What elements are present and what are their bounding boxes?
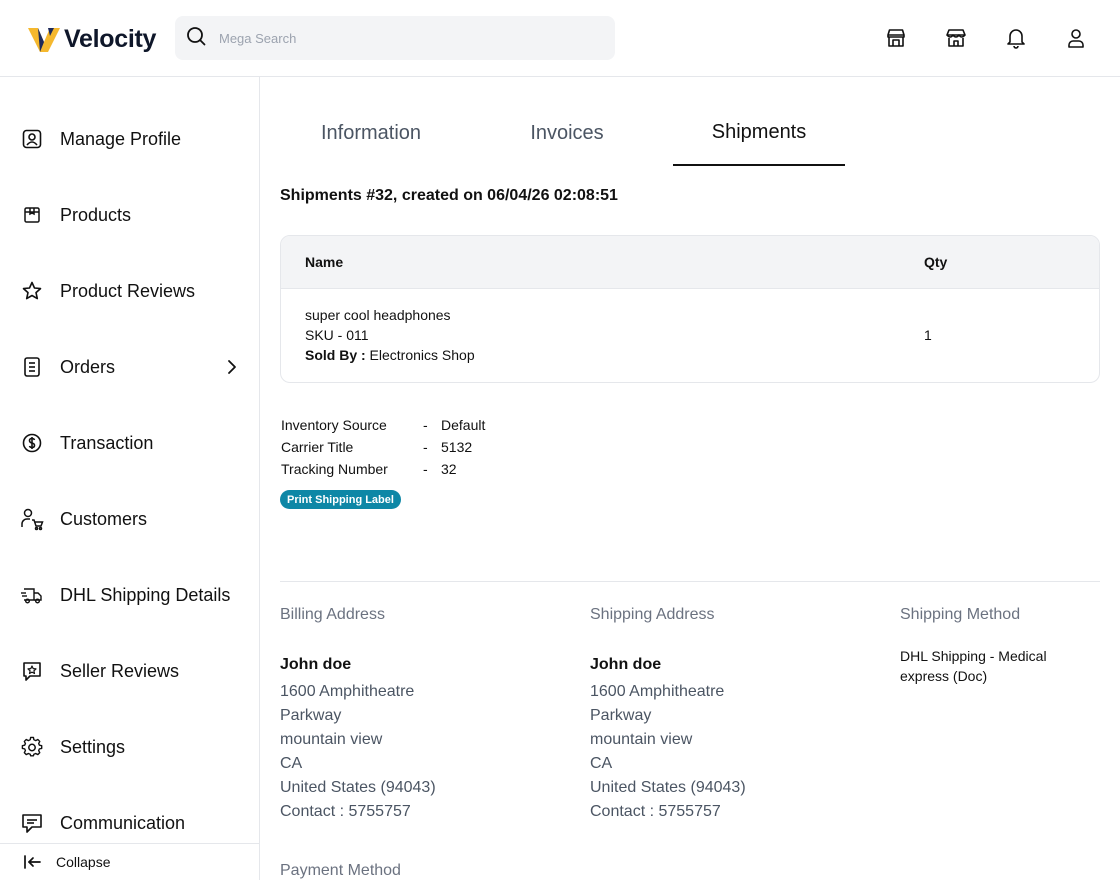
search-bar[interactable] xyxy=(175,16,615,60)
shipping-line: Parkway xyxy=(590,707,652,724)
shop-icon[interactable] xyxy=(944,26,968,50)
billing-heading: Billing Address xyxy=(280,606,385,623)
sidebar-item-manage-profile[interactable]: Manage Profile xyxy=(0,114,259,164)
sidebar: Manage Profile Products Product Reviews … xyxy=(0,77,260,880)
info-label: Tracking Number xyxy=(281,461,388,477)
document-icon xyxy=(20,355,44,379)
brand-logo[interactable]: Velocity xyxy=(28,22,156,57)
profile-icon xyxy=(20,127,44,151)
sidebar-item-label: Settings xyxy=(60,736,126,757)
shipment-items-table: Name Qty super cool headphones SKU - 011… xyxy=(280,235,1100,383)
item-sold-by: Sold By : Electronics Shop xyxy=(305,347,475,363)
print-shipping-label-button[interactable]: Print Shipping Label xyxy=(280,490,401,509)
shipping-method-value: DHL Shipping - Medical express (Doc) xyxy=(900,648,1047,684)
billing-line: mountain view xyxy=(280,731,383,748)
sidebar-item-label: DHL Shipping Details xyxy=(60,584,231,605)
sidebar-item-label: Communication xyxy=(60,812,186,833)
search-input[interactable] xyxy=(219,30,599,46)
item-sku: SKU - 011 xyxy=(305,327,369,343)
chat-icon xyxy=(20,811,44,835)
shipping-heading: Shipping Address xyxy=(590,606,715,623)
gear-icon xyxy=(20,735,44,759)
billing-line: 1600 Amphitheatre xyxy=(280,683,415,700)
shipping-contact: Contact : 5755757 xyxy=(590,803,721,820)
truck-icon xyxy=(20,583,44,607)
sidebar-item-customers[interactable]: Customers xyxy=(0,494,259,544)
sidebar-item-settings[interactable]: Settings xyxy=(0,722,259,772)
sidebar-item-label: Orders xyxy=(60,356,116,377)
info-label: Inventory Source xyxy=(281,417,387,433)
sidebar-item-orders[interactable]: Orders xyxy=(0,342,259,392)
top-header: Velocity xyxy=(0,0,1120,77)
user-icon[interactable] xyxy=(1064,26,1088,50)
shipping-line: 1600 Amphitheatre xyxy=(590,683,725,700)
sidebar-item-label: Product Reviews xyxy=(60,280,196,301)
column-header-name: Name xyxy=(305,254,344,270)
item-name: super cool headphones xyxy=(305,307,451,323)
dollar-icon xyxy=(20,431,44,455)
store-icon[interactable] xyxy=(884,26,908,50)
sidebar-item-product-reviews[interactable]: Product Reviews xyxy=(0,266,259,316)
sold-by-label: Sold By : xyxy=(305,347,366,363)
column-header-qty: Qty xyxy=(924,254,948,270)
info-separator: - xyxy=(423,439,428,455)
shipping-address: Shipping Address John doe 1600 Amphithea… xyxy=(590,606,880,824)
sidebar-item-dhl-shipping-details[interactable]: DHL Shipping Details xyxy=(0,570,259,620)
payment-method-heading: Payment Method xyxy=(280,862,401,879)
tab-invoices[interactable]: Invoices xyxy=(476,100,658,166)
shipping-method: Shipping Method DHL Shipping - Medical e… xyxy=(900,606,1100,686)
velocity-logo-icon xyxy=(28,22,60,57)
box-icon xyxy=(20,203,44,227)
chevron-right-icon xyxy=(222,357,242,377)
collapse-arrow-icon xyxy=(22,853,42,876)
customer-cart-icon xyxy=(20,507,44,531)
collapse-label: Collapse xyxy=(56,854,111,870)
billing-line: United States (94043) xyxy=(280,779,436,796)
info-separator: - xyxy=(423,417,428,433)
info-value: 5132 xyxy=(441,439,473,455)
shipping-line: CA xyxy=(590,755,613,772)
info-value: 32 xyxy=(441,461,457,477)
sidebar-item-label: Manage Profile xyxy=(60,128,182,149)
billing-line: CA xyxy=(280,755,303,772)
sidebar-item-label: Seller Reviews xyxy=(60,660,180,681)
sidebar-item-label: Customers xyxy=(60,508,148,529)
brand-name: Velocity xyxy=(64,25,157,53)
tab-information[interactable]: Information xyxy=(280,100,462,166)
item-qty: 1 xyxy=(924,327,932,343)
shipping-name: John doe xyxy=(590,656,662,673)
shipment-title: Shipments #32, created on 06/04/26 02:08… xyxy=(280,187,618,204)
review-icon xyxy=(20,659,44,683)
info-separator: - xyxy=(423,461,428,477)
sidebar-item-products[interactable]: Products xyxy=(0,190,259,240)
collapse-button[interactable]: Collapse xyxy=(0,843,259,880)
bell-icon[interactable] xyxy=(1004,26,1028,50)
sold-by-value: Electronics Shop xyxy=(365,347,475,363)
table-header: Name Qty xyxy=(281,236,1099,289)
sidebar-item-transaction[interactable]: Transaction xyxy=(0,418,259,468)
billing-line: Parkway xyxy=(280,707,342,724)
shipping-method-heading: Shipping Method xyxy=(900,606,1021,623)
billing-name: John doe xyxy=(280,656,352,673)
star-icon xyxy=(20,279,44,303)
sidebar-item-label: Transaction xyxy=(60,432,154,453)
section-divider xyxy=(280,581,1100,582)
search-icon xyxy=(186,26,206,51)
billing-contact: Contact : 5755757 xyxy=(280,803,411,820)
info-value: Default xyxy=(441,417,486,433)
sidebar-item-seller-reviews[interactable]: Seller Reviews xyxy=(0,646,259,696)
sidebar-item-label: Products xyxy=(60,204,132,225)
shipping-line: mountain view xyxy=(590,731,693,748)
billing-address: Billing Address John doe 1600 Amphitheat… xyxy=(280,606,570,824)
info-label: Carrier Title xyxy=(281,439,354,455)
shipping-line: United States (94043) xyxy=(590,779,746,796)
sidebar-item-communication[interactable]: Communication xyxy=(0,798,259,848)
tab-shipments[interactable]: Shipments xyxy=(673,100,845,166)
